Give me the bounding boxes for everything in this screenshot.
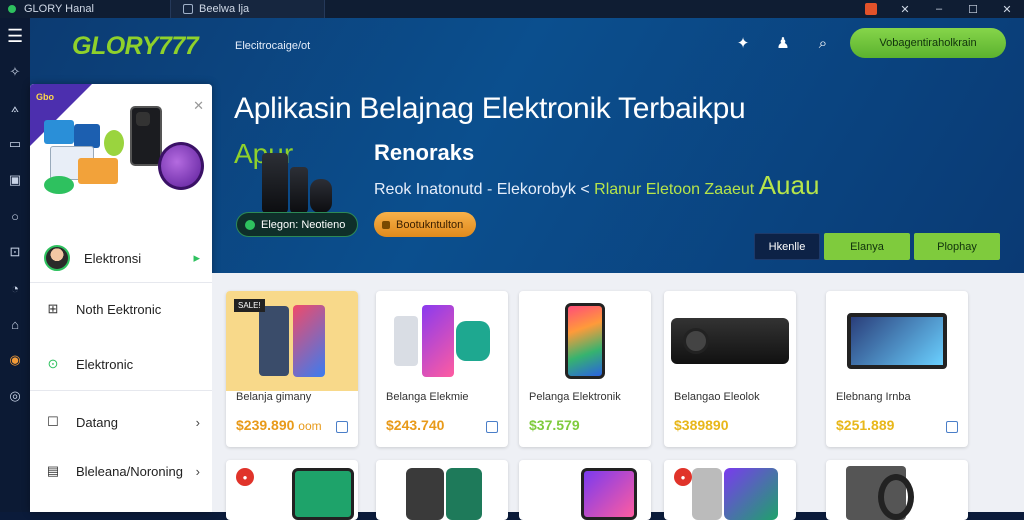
status-badge-orange[interactable]: Bootukntulton <box>374 212 476 237</box>
hamburger-menu-icon[interactable]: ☰ <box>7 26 23 46</box>
promo-corner-text: Gbo <box>36 92 54 102</box>
product-price: $239.890 oom <box>236 417 322 433</box>
product-card[interactable]: SALE! Belanja gimany $239.890 oom <box>226 291 358 447</box>
hero-tagline: Reok Inatonutd - Elekorobyk < Rlanur Ele… <box>374 170 819 201</box>
tagline-part-big: Auau <box>758 170 820 200</box>
tagline-part-a: Reok Inatonutd - Elekorobyk < <box>374 181 590 198</box>
hero-subheading: Renoraks <box>374 140 475 165</box>
message-icon[interactable]: ▭ <box>7 136 23 152</box>
camera-lens-image <box>136 112 150 126</box>
close-icon[interactable]: ✕ <box>193 98 204 114</box>
product-grid: SALE! Belanja gimany $239.890 oom Belang… <box>212 273 1024 520</box>
window-controls: ✕ – ☐ ✕ <box>854 0 1024 18</box>
panel-item-elektronic[interactable]: ⊙ Elektronic <box>30 340 212 388</box>
app-title-area: GLORY Hanal <box>0 3 170 15</box>
briefcase-icon[interactable]: ▣ <box>7 172 23 188</box>
product-image <box>664 291 796 391</box>
tab-icon <box>183 4 193 14</box>
fire-icon[interactable]: ◉ <box>7 352 23 368</box>
extension-icon[interactable] <box>854 0 888 18</box>
product-image <box>826 291 968 391</box>
home-icon[interactable]: ⌂ <box>7 316 23 332</box>
product-price: $389890 <box>674 417 729 433</box>
side-rail: ☰ ✧ ⟑ ▭ ▣ ○ ⊡ ◔ ⌂ ◉ ◎ <box>0 18 30 512</box>
category-panel: Gbo ✕ Elektronsi ▸ ⊞ Noth Eektronic ⊙ El… <box>30 84 212 512</box>
clock-icon[interactable]: ◔ <box>7 280 23 296</box>
product-price: $251.889 <box>836 417 895 433</box>
status-badge-green[interactable]: Elegon: Neotieno <box>236 212 358 237</box>
bell-icon[interactable]: ♟ <box>772 32 794 54</box>
browser-tab[interactable]: Beelwa lja <box>170 0 325 18</box>
gadget-ball-image <box>104 130 124 156</box>
hero-title: Aplikasin Belajnag Elektronik Terbaikpu <box>234 92 746 125</box>
avatar <box>44 245 70 271</box>
product-image <box>376 291 508 391</box>
hot-badge-icon: ● <box>674 468 692 486</box>
panel-item-datang[interactable]: ☐ Datang › <box>30 398 212 446</box>
hero-button-3[interactable]: Plophay <box>914 233 1000 260</box>
tab-title: Beelwa lja <box>199 3 250 15</box>
chart-icon[interactable]: ⟑ <box>7 100 23 116</box>
product-card[interactable] <box>519 460 651 520</box>
star-icon[interactable]: ✧ <box>7 64 23 80</box>
product-name: Belanga Elekmie <box>386 391 469 403</box>
map-pin-icon: ⊙ <box>47 356 59 371</box>
share-icon[interactable] <box>336 421 348 433</box>
sync-icon[interactable]: ✕ <box>888 0 922 18</box>
badge-square-icon <box>382 220 390 229</box>
product-card[interactable]: Belanga Elekmie $243.740 <box>376 291 508 447</box>
product-name: Belanja gimany <box>236 391 312 403</box>
close-icon[interactable]: ✕ <box>990 0 1024 18</box>
chevron-right-icon: ▸ <box>193 250 200 265</box>
minimize-icon[interactable]: – <box>922 0 956 18</box>
hot-badge-icon: ● <box>236 468 254 486</box>
product-price: $37.579 <box>529 417 580 433</box>
product-card[interactable]: ● <box>664 460 796 520</box>
circle-icon[interactable]: ○ <box>7 208 23 224</box>
divider <box>30 390 212 391</box>
panel-item-bleleana[interactable]: ▤ Bleleana/Noroning › <box>30 447 212 495</box>
puzzle-icon[interactable]: ✦ <box>732 32 754 54</box>
hero-button-2[interactable]: Elanya <box>824 233 910 260</box>
grid-icon: ⊞ <box>47 301 59 316</box>
product-card[interactable]: Belangao Eleolok $389890 <box>664 291 796 447</box>
share-icon[interactable] <box>486 421 498 433</box>
header-nav-link[interactable]: Elecitrocaige/ot <box>235 40 310 52</box>
share-icon[interactable] <box>946 421 958 433</box>
image-icon[interactable]: ⊡ <box>7 244 23 260</box>
maximize-icon[interactable]: ☐ <box>956 0 990 18</box>
window-titlebar: GLORY Hanal Beelwa lja ✕ – ☐ ✕ <box>0 0 1024 18</box>
user-icon[interactable]: ◎ <box>7 388 23 404</box>
speaker-gadget-image <box>158 142 204 190</box>
product-name: Belangao Eleolok <box>674 391 760 403</box>
hero-buttons: Hkenlle Elanya Plophay <box>754 233 1000 260</box>
product-image <box>519 291 651 391</box>
product-price: $243.740 <box>386 417 445 433</box>
panel-item-noth-eektronic[interactable]: ⊞ Noth Eektronic <box>30 285 212 333</box>
chevron-right-icon: › <box>195 463 200 479</box>
divider <box>30 282 212 283</box>
product-card[interactable]: Pelanga Elektronik $37.579 <box>519 291 651 447</box>
hero-button-1[interactable]: Hkenlle <box>754 233 820 260</box>
speaker-product-image <box>260 143 350 223</box>
tagline-part-b: Rlanur Eletoon Zaaeut <box>594 181 755 198</box>
square-icon: ☐ <box>47 414 59 429</box>
panel-item-elektronsi[interactable]: Elektronsi ▸ <box>30 234 212 282</box>
badge-dot-icon <box>245 219 255 230</box>
search-icon[interactable]: ⌕ <box>812 32 834 54</box>
sale-badge: SALE! <box>234 299 265 312</box>
list-icon: ▤ <box>46 463 60 478</box>
product-card[interactable]: Elebnang Irnba $251.889 <box>826 291 968 447</box>
product-card[interactable] <box>826 460 968 520</box>
cta-button[interactable]: Vobagentiraholkrain <box>850 28 1006 58</box>
product-card[interactable]: ● <box>226 460 358 520</box>
brand-logo[interactable]: GLORY777 <box>72 32 199 61</box>
app-title: GLORY Hanal <box>24 3 94 15</box>
app-logo-icon <box>6 3 18 15</box>
product-card[interactable] <box>376 460 508 520</box>
product-name: Elebnang Irnba <box>836 391 911 403</box>
product-name: Pelanga Elektronik <box>529 391 621 403</box>
promo-banner[interactable]: Gbo <box>30 84 212 224</box>
chevron-right-icon: › <box>195 414 200 430</box>
